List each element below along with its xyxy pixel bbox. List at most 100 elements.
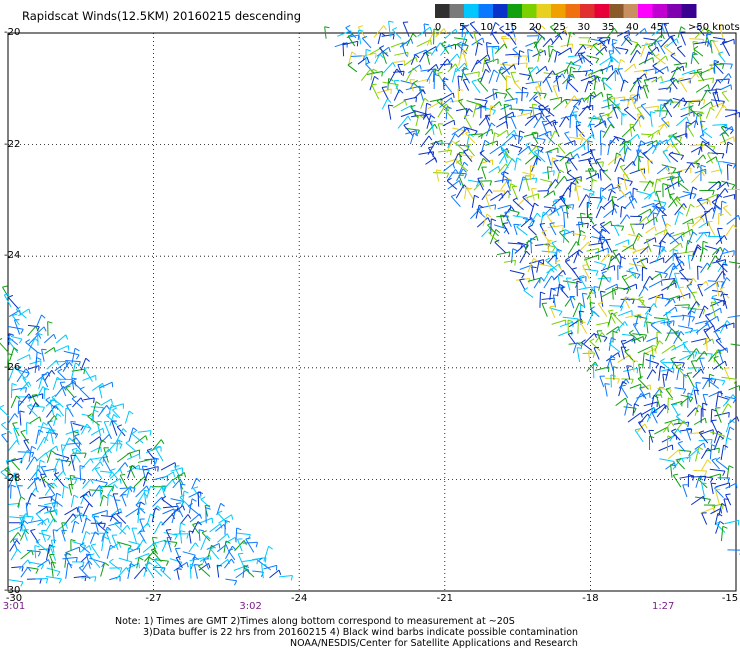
wind-barb xyxy=(116,426,126,437)
wind-barb-flag xyxy=(365,48,371,52)
wind-barb xyxy=(400,104,412,112)
wind-barb-flag xyxy=(713,379,717,385)
wind-barb xyxy=(598,275,603,291)
wind-barb-flag xyxy=(63,485,69,489)
wind-barb xyxy=(662,151,671,163)
wind-barb xyxy=(662,421,672,433)
wind-barb-flag xyxy=(527,49,533,52)
wind-barb-flag xyxy=(491,46,498,49)
wind-barb xyxy=(523,289,534,298)
wind-barb xyxy=(20,381,29,391)
wind-barb xyxy=(26,549,41,553)
wind-barb-flag xyxy=(636,106,642,109)
wind-barb-flag xyxy=(50,494,56,498)
wind-barb xyxy=(65,387,75,398)
wind-barb xyxy=(512,215,528,219)
wind-barb xyxy=(671,343,685,351)
wind-barb-flag xyxy=(399,89,404,94)
wind-barb xyxy=(494,43,505,55)
wind-barb-flag xyxy=(652,57,655,63)
wind-barb xyxy=(605,239,613,253)
wind-barb-flag xyxy=(17,532,22,537)
wind-barb-flag xyxy=(106,405,110,410)
wind-barb xyxy=(567,81,579,93)
wind-barb xyxy=(694,404,699,416)
wind-barb-flag xyxy=(727,141,733,145)
wind-barb-flag xyxy=(712,294,718,298)
wind-barb xyxy=(588,242,603,246)
wind-barb-flag xyxy=(568,332,574,335)
wind-barb-flag xyxy=(607,116,613,119)
wind-barb-flag xyxy=(553,159,559,162)
wind-barb-flag xyxy=(61,459,67,462)
wind-barb-flag xyxy=(484,100,488,106)
wind-barb-flag xyxy=(672,298,676,304)
wind-barb xyxy=(686,373,695,388)
wind-barb-flag xyxy=(540,115,545,121)
note-line-1: Note: 1) Times are GMT 2)Times along bot… xyxy=(115,616,515,627)
wind-barb-flag xyxy=(456,53,460,59)
wind-barb-flag xyxy=(527,75,531,81)
wind-barb-flag xyxy=(660,280,663,286)
colorbar-swatch xyxy=(536,4,552,18)
wind-barb-flag xyxy=(183,472,187,478)
wind-barb-flag xyxy=(680,331,685,336)
wind-barb-flag xyxy=(592,352,596,358)
wind-barb-flag xyxy=(217,564,223,567)
wind-barb-flag xyxy=(713,355,719,359)
wind-barb xyxy=(128,540,140,545)
wind-barb xyxy=(64,507,78,516)
wind-barb xyxy=(518,130,521,145)
wind-barb-flag xyxy=(655,53,660,57)
wind-barb xyxy=(497,204,511,210)
wind-barb-flag xyxy=(457,88,463,91)
wind-barb xyxy=(687,72,697,83)
wind-barb xyxy=(722,394,734,407)
wind-barb xyxy=(77,506,83,523)
wind-barb-flag xyxy=(209,555,212,561)
wind-barb xyxy=(23,440,30,452)
wind-barb-flag xyxy=(576,347,583,349)
colorbar-label: 15 xyxy=(505,22,518,33)
wind-barb xyxy=(679,428,692,432)
wind-barb-flag xyxy=(545,66,548,72)
wind-barb-flag xyxy=(176,568,182,570)
wind-barb xyxy=(569,182,572,198)
wind-barb-flag xyxy=(112,407,118,411)
wind-barb xyxy=(600,253,609,263)
wind-barb xyxy=(504,98,518,102)
wind-barb-flag xyxy=(616,152,622,156)
wind-barb xyxy=(18,559,29,570)
wind-barb xyxy=(511,62,528,65)
wind-barb xyxy=(462,79,470,91)
wind-barb xyxy=(539,292,541,308)
wind-barb-flag xyxy=(712,325,716,331)
wind-barb xyxy=(557,144,566,154)
wind-barb xyxy=(518,176,524,192)
wind-barb xyxy=(70,455,75,471)
wind-barb xyxy=(568,136,583,140)
wind-barb-flag xyxy=(196,477,201,483)
wind-barb xyxy=(705,107,712,119)
wind-barb xyxy=(670,464,673,478)
wind-barb-flag xyxy=(8,294,14,298)
wind-barb-flag xyxy=(76,354,80,360)
wind-barb xyxy=(686,222,691,236)
wind-barb xyxy=(691,55,700,65)
wind-barb-flag xyxy=(572,111,578,113)
wind-barb xyxy=(693,417,706,426)
wind-barb-flag xyxy=(600,290,606,293)
wind-barb-flag xyxy=(682,340,688,344)
wind-barb xyxy=(607,255,613,271)
wind-barb xyxy=(279,574,293,578)
wind-barb xyxy=(491,47,495,63)
wind-barb-flag xyxy=(655,217,658,223)
wind-barb-flag xyxy=(54,468,57,474)
wind-barb xyxy=(102,457,112,472)
wind-barb-flag xyxy=(0,338,3,340)
wind-barb xyxy=(500,63,512,66)
wind-barb xyxy=(502,171,505,183)
wind-barb-flag xyxy=(183,490,189,494)
wind-barb-flag xyxy=(644,423,648,429)
wind-barb xyxy=(69,475,73,490)
